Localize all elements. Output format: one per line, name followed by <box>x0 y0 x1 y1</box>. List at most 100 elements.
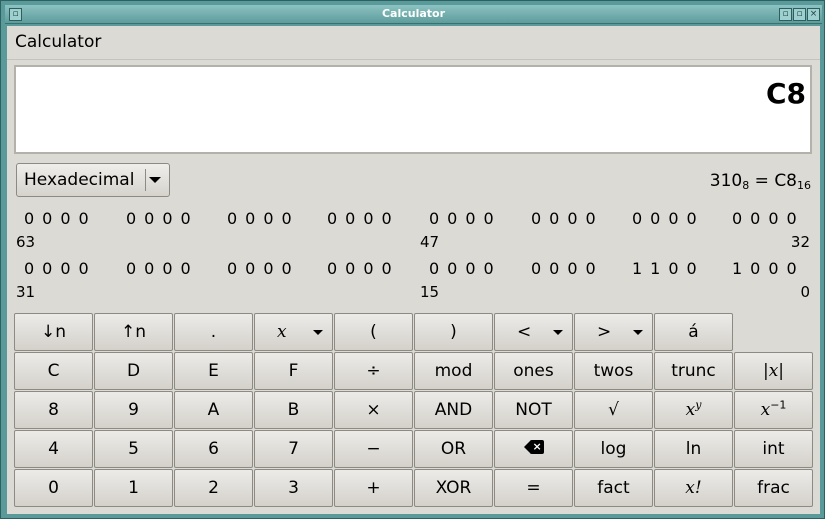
less-than-menu-button[interactable]: < <box>494 313 573 351</box>
chevron-down-icon[interactable] <box>149 177 161 183</box>
x-menu-label: x <box>277 322 287 342</box>
twos-complement-button[interactable]: twos <box>574 352 653 390</box>
power-exponent-label: y <box>695 398 702 412</box>
backspace-button[interactable]: × <box>494 430 573 468</box>
calculator-window: ▫ Calculator ▫ ▫ × Calculator C8 Hexadec… <box>0 0 825 519</box>
integer-part-button[interactable]: int <box>734 430 813 468</box>
shift-right-button[interactable]: ↓n <box>14 313 93 351</box>
or-button[interactable]: OR <box>414 430 493 468</box>
select-divider <box>145 169 146 191</box>
result-display[interactable]: C8 <box>14 65 812 154</box>
digit-5-button[interactable]: 5 <box>94 430 173 468</box>
app-menu-calculator[interactable]: Calculator <box>15 32 101 52</box>
digit-e-button[interactable]: E <box>174 352 253 390</box>
equals-button[interactable]: = <box>494 469 573 507</box>
bit-position-label: 63 <box>16 233 36 251</box>
number-base-selected: Hexadecimal <box>24 170 135 190</box>
keypad: ↓n ↑n . x ( ) < > á C D E F ÷ mod ones t… <box>14 313 814 509</box>
natural-log-button[interactable]: ln <box>654 430 733 468</box>
x-menu-button[interactable]: x <box>254 313 333 351</box>
bit-position-label: 47 <box>420 233 440 251</box>
digit-d-button[interactable]: D <box>94 352 173 390</box>
bit-nibble[interactable]: 0000 <box>429 209 502 228</box>
bit-nibble[interactable]: 0000 <box>227 259 300 278</box>
digit-c-button[interactable]: C <box>14 352 93 390</box>
power-button[interactable]: xy <box>654 391 733 429</box>
divide-button[interactable]: ÷ <box>334 352 413 390</box>
shift-left-button[interactable]: ↑n <box>94 313 173 351</box>
digit-8-button[interactable]: 8 <box>14 391 93 429</box>
bit-position-label: 32 <box>790 233 810 251</box>
chevron-down-icon <box>633 330 643 335</box>
backspace-icon: × <box>523 440 544 454</box>
character-button[interactable]: á <box>654 313 733 351</box>
chevron-down-icon <box>553 330 563 335</box>
open-paren-button[interactable]: ( <box>334 313 413 351</box>
bit-nibble[interactable]: 0000 <box>126 259 199 278</box>
square-root-button[interactable]: √ <box>574 391 653 429</box>
subtract-button[interactable]: − <box>334 430 413 468</box>
factorial-button[interactable]: x! <box>654 469 733 507</box>
chevron-down-icon <box>313 330 323 335</box>
bit-nibble[interactable]: 0000 <box>24 259 97 278</box>
xor-button[interactable]: XOR <box>414 469 493 507</box>
calculator-body: Calculator C8 Hexadecimal 3108 = C816 00… <box>7 26 820 514</box>
hex-base: 16 <box>797 179 811 192</box>
minimize-icon[interactable]: ▫ <box>779 8 792 21</box>
bit-nibble[interactable]: 1000 <box>732 259 805 278</box>
absolute-value-button[interactable]: |x| <box>734 352 813 390</box>
and-button[interactable]: AND <box>414 391 493 429</box>
digit-3-button[interactable]: 3 <box>254 469 333 507</box>
digit-9-button[interactable]: 9 <box>94 391 173 429</box>
octal-value: 310 <box>709 171 743 191</box>
bit-nibble[interactable]: 0000 <box>24 209 97 228</box>
digit-2-button[interactable]: 2 <box>174 469 253 507</box>
digit-b-button[interactable]: B <box>254 391 333 429</box>
window-title: Calculator <box>381 7 446 20</box>
maximize-icon[interactable]: ▫ <box>793 8 806 21</box>
log-button[interactable]: log <box>574 430 653 468</box>
bit-nibble[interactable]: 0000 <box>531 259 604 278</box>
ones-complement-button[interactable]: ones <box>494 352 573 390</box>
bit-nibble[interactable]: 0000 <box>531 209 604 228</box>
base-conversion-readout: 3108 = C816 <box>710 171 811 192</box>
decimal-point-button[interactable]: . <box>174 313 253 351</box>
mod-button[interactable]: mod <box>414 352 493 390</box>
close-icon[interactable]: × <box>807 8 820 21</box>
greater-than-label: > <box>597 322 612 342</box>
bit-nibble[interactable]: 0000 <box>732 209 805 228</box>
not-button[interactable]: NOT <box>494 391 573 429</box>
close-paren-button[interactable]: ) <box>414 313 493 351</box>
number-base-select[interactable]: Hexadecimal <box>16 163 170 197</box>
add-button[interactable]: + <box>334 469 413 507</box>
truncate-button[interactable]: trunc <box>654 352 733 390</box>
title-bar[interactable]: ▫ Calculator ▫ ▫ × <box>5 5 822 24</box>
bit-nibble[interactable]: 0000 <box>429 259 502 278</box>
bit-position-label: 0 <box>800 283 810 301</box>
bit-nibble[interactable]: 0000 <box>632 209 705 228</box>
greater-than-menu-button[interactable]: > <box>574 313 653 351</box>
inverse-exponent-label: −1 <box>770 398 787 412</box>
bit-nibble[interactable]: 0000 <box>126 209 199 228</box>
bit-row-upper: 0000 0000 0000 0000 0000 0000 0000 0000 … <box>7 209 820 251</box>
inverse-button[interactable]: x−1 <box>734 391 813 429</box>
inverse-base-label: x <box>760 400 771 420</box>
menubar-divider <box>7 59 820 60</box>
fractional-part-button[interactable]: frac <box>734 469 813 507</box>
bit-nibble[interactable]: 0000 <box>327 259 400 278</box>
digit-7-button[interactable]: 7 <box>254 430 333 468</box>
display-value: C8 <box>765 77 806 110</box>
bit-nibble[interactable]: 1100 <box>632 259 705 278</box>
digit-0-button[interactable]: 0 <box>14 469 93 507</box>
bit-nibble[interactable]: 0000 <box>227 209 300 228</box>
bit-row-lower: 0000 0000 0000 0000 0000 0000 1100 1000 … <box>7 259 820 301</box>
digit-4-button[interactable]: 4 <box>14 430 93 468</box>
bit-nibble[interactable]: 0000 <box>327 209 400 228</box>
multiply-button[interactable]: × <box>334 391 413 429</box>
digit-1-button[interactable]: 1 <box>94 469 173 507</box>
digit-a-button[interactable]: A <box>174 391 253 429</box>
digit-6-button[interactable]: 6 <box>174 430 253 468</box>
digit-f-button[interactable]: F <box>254 352 333 390</box>
bit-position-label: 31 <box>16 283 36 301</box>
factorize-button[interactable]: fact <box>574 469 653 507</box>
